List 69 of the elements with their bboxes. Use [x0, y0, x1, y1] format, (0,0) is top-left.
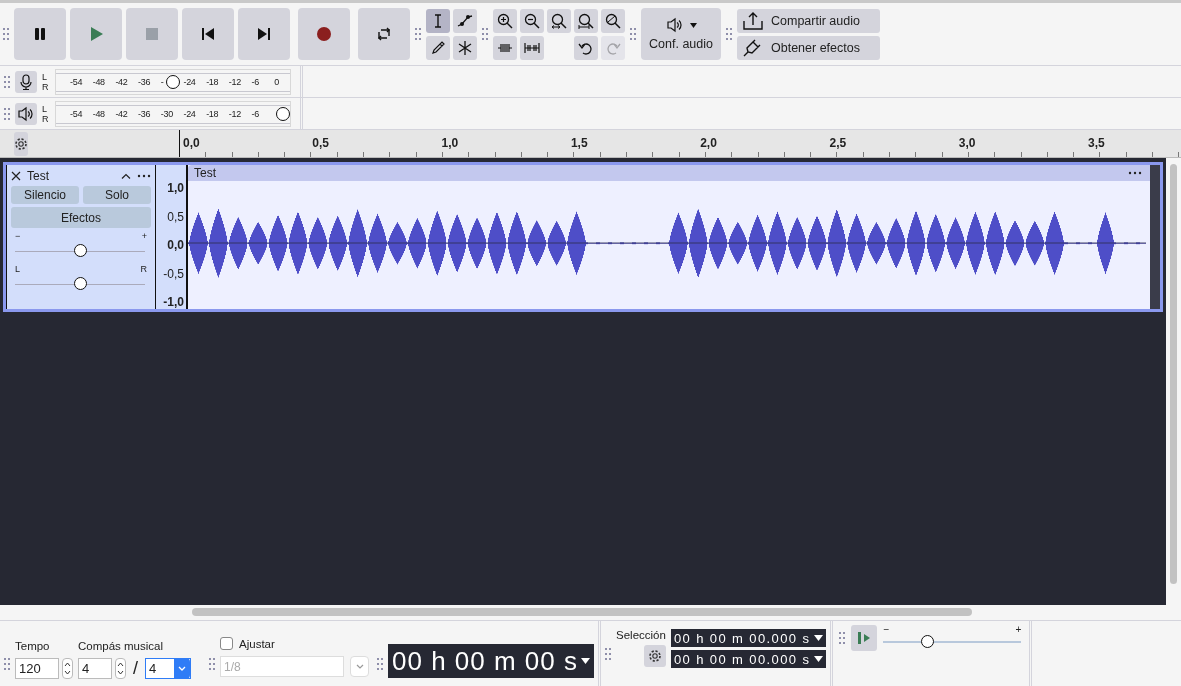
slider-label: L: [15, 264, 20, 274]
solo-button[interactable]: Solo: [83, 186, 151, 204]
meter-tick-label: -24: [183, 76, 196, 87]
meter-tick-label: -42: [115, 108, 128, 119]
meter-tick-label: -18: [206, 108, 219, 119]
channel-label: R: [42, 113, 50, 124]
channel-label: L: [42, 103, 48, 114]
meter-tick-label: -48: [92, 76, 105, 87]
amplitude-label: -0,5: [163, 266, 184, 281]
selection-label: Selección: [616, 629, 666, 641]
meter-tick-label: -6: [251, 76, 259, 87]
channel-label: L: [42, 71, 48, 82]
track-name[interactable]: Test: [27, 169, 115, 183]
amplitude-label: -1,0: [163, 295, 184, 309]
timeline-label: 1,5: [570, 135, 589, 152]
timeline-label: 2,5: [829, 135, 848, 152]
timeline-label: 3,0: [958, 135, 977, 152]
selection-time-field[interactable]: 00 h 00 m 00.000 s: [670, 629, 827, 647]
beat-unit-dropdown[interactable]: 4: [145, 657, 191, 679]
amplitude-label: 1,0: [167, 181, 184, 195]
effects-button[interactable]: Efectos: [11, 207, 151, 228]
beats-field[interactable]: 4: [78, 657, 112, 679]
meter-tick-label: -18: [206, 76, 219, 87]
separator-text: /: [133, 657, 138, 679]
timeline-label: 3,5: [1088, 135, 1106, 152]
meter-tick-label: -36: [138, 108, 151, 119]
time-signature-label: Compás musical: [78, 639, 164, 652]
meter-tick-label: -48: [92, 108, 105, 119]
timeline-label: 2,0: [700, 135, 718, 152]
slider-label: +: [1015, 625, 1022, 635]
get-effects-button[interactable]: Obtener efectos: [737, 35, 880, 60]
selection-time-field[interactable]: 00 h 00 m 00.000 s: [670, 650, 827, 668]
meter-tick-label: -54: [70, 76, 83, 87]
slider-label: +: [141, 231, 147, 241]
audio-setup-button[interactable]: Conf. audio: [641, 8, 721, 60]
audio-track[interactable]: Test Silencio Solo Efectos − + L R 1,0 0,5 0,0 -0,5 -1,0 Test: [3, 162, 1163, 312]
channel-label: R: [42, 81, 50, 92]
level-meter[interactable]: -54 -48 -42 -36 -30 -24 -18 -12 -6: [55, 100, 291, 127]
meter-tick-label: -12: [228, 76, 241, 87]
meter-tick-label: -42: [115, 76, 128, 87]
meter-tick-label: -36: [138, 76, 151, 87]
timeline-label: 1,0: [441, 135, 460, 152]
share-audio-button[interactable]: Compartir audio: [737, 8, 880, 33]
slider-label: −: [883, 625, 890, 635]
amplitude-label: 0,5: [167, 209, 184, 224]
meter-tick-label: -12: [228, 108, 241, 119]
meter-tick-label: -6: [251, 108, 259, 119]
meter-tick-label: 0: [274, 76, 279, 87]
time-text: 00 h 00 m 00.000 s: [673, 651, 811, 667]
snap-label: Ajustar: [239, 637, 275, 650]
time-text: 00 h 00 m 00 s: [392, 645, 578, 677]
tempo-label: Tempo: [15, 639, 51, 652]
mute-button[interactable]: Silencio: [11, 186, 79, 204]
level-meter[interactable]: -54 -48 -42 -36 - -24 -18 -12 -6 0: [55, 68, 291, 95]
tempo-field[interactable]: 120: [15, 657, 59, 679]
slider-label: R: [140, 264, 147, 274]
clip-title: Test: [194, 166, 216, 180]
clip-title-bar[interactable]: Test: [188, 165, 1150, 181]
meter-tick-label: -: [160, 76, 164, 87]
amplitude-label: 0,0: [167, 238, 184, 252]
meter-tick-label: -24: [183, 108, 196, 119]
timeline-label: 0,0: [183, 135, 201, 152]
slider-label: −: [15, 231, 21, 241]
timeline-label: 0,5: [312, 135, 330, 152]
meter-tick-label: -54: [70, 108, 83, 119]
audio-clip[interactable]: Test: [188, 165, 1150, 309]
time-text: 00 h 00 m 00.000 s: [673, 630, 811, 646]
meter-tick-label: -30: [160, 108, 173, 119]
time-display[interactable]: 00 h 00 m 00 s: [388, 644, 594, 678]
